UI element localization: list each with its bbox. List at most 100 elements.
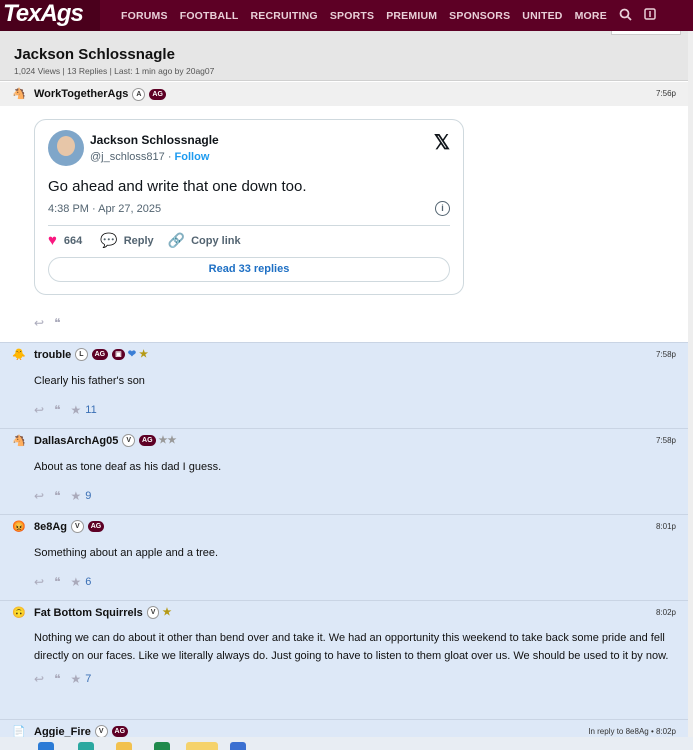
browser-icon[interactable] bbox=[78, 742, 94, 750]
ag-badge: AG bbox=[149, 88, 166, 100]
link-icon[interactable]: 🔗 bbox=[168, 232, 185, 249]
nav-more[interactable]: MORE bbox=[575, 10, 607, 22]
post-header: 😡 8e8Ag V AG 8:01p bbox=[0, 514, 688, 538]
post-text: Clearly his father's son bbox=[34, 375, 145, 387]
star-rate-icon[interactable]: ★ bbox=[71, 489, 82, 503]
heart-badge-icon: ❤ bbox=[127, 349, 137, 360]
post: 🐥 trouble L AG ▣ ❤ ★ 7:58p Clearly his f… bbox=[0, 342, 688, 428]
x-logo-icon[interactable]: 𝕏 bbox=[434, 130, 450, 155]
user-badge: V bbox=[146, 606, 160, 619]
ag-badge: AG bbox=[139, 435, 156, 446]
badge-icon: ▣ bbox=[112, 349, 125, 360]
post-time[interactable]: 7:58p bbox=[656, 436, 676, 445]
star-count[interactable]: 6 bbox=[85, 576, 91, 588]
edge-icon[interactable] bbox=[38, 742, 54, 750]
user-avatar[interactable]: 📄 bbox=[12, 725, 26, 738]
read-replies-button[interactable]: Read 33 replies bbox=[48, 257, 450, 282]
star-rate-icon[interactable]: ★ bbox=[71, 575, 82, 589]
quote-icon[interactable]: ❝ bbox=[54, 672, 60, 686]
post-author[interactable]: trouble bbox=[34, 349, 71, 361]
post-time[interactable]: 7:56p bbox=[656, 89, 676, 98]
post-time[interactable]: In reply to 8e8Ag • 8:02p bbox=[588, 727, 676, 736]
post-author[interactable]: 8e8Ag bbox=[34, 521, 67, 533]
info-icon[interactable]: i bbox=[435, 201, 450, 216]
bookmark-icon[interactable] bbox=[644, 7, 656, 24]
like-count[interactable]: 664 bbox=[64, 235, 82, 247]
post-author[interactable]: Aggie_Fire bbox=[34, 726, 91, 738]
star-icon: ★★ bbox=[158, 435, 177, 446]
user-badge: V bbox=[122, 434, 136, 447]
tweet-reply-label[interactable]: Reply bbox=[124, 235, 154, 247]
spreadsheet-icon[interactable] bbox=[154, 742, 170, 750]
reply-icon[interactable]: ↩ bbox=[34, 672, 44, 686]
nav-recruiting[interactable]: RECRUITING bbox=[250, 10, 317, 22]
post-time[interactable]: 7:58p bbox=[656, 350, 676, 359]
folder-icon[interactable] bbox=[116, 742, 132, 750]
nav-united[interactable]: UNITED bbox=[522, 10, 562, 22]
post-header: 🙃 Fat Bottom Squirrels V ★ 8:02p bbox=[0, 600, 688, 624]
post-header: 🐴 DallasArchAg05 V AG ★★ 7:58p bbox=[0, 428, 688, 452]
heart-icon[interactable]: ♥ bbox=[48, 232, 57, 249]
quote-icon[interactable]: ❝ bbox=[54, 575, 60, 589]
reply-icon[interactable]: ↩ bbox=[34, 316, 44, 330]
quote-icon[interactable]: ❝ bbox=[54, 403, 60, 417]
user-avatar[interactable]: 🐴 bbox=[12, 434, 26, 448]
reply-bubble-icon[interactable]: 💬 bbox=[100, 232, 117, 249]
nav-football[interactable]: FOOTBALL bbox=[180, 10, 239, 22]
post-author[interactable]: Fat Bottom Squirrels bbox=[34, 607, 143, 619]
nav-sports[interactable]: SPORTS bbox=[330, 10, 374, 22]
star-count[interactable]: 7 bbox=[85, 673, 91, 685]
post-time[interactable]: 8:01p bbox=[656, 522, 676, 531]
thread-title: Jackson Schlossnagle bbox=[14, 46, 175, 63]
tweet-separator: · bbox=[164, 151, 175, 163]
star-count[interactable]: 11 bbox=[85, 404, 96, 416]
tweet-embed[interactable]: Jackson Schlossnagle @j_schloss817 · Fol… bbox=[34, 119, 464, 295]
site-logo[interactable]: TexAgs bbox=[0, 0, 100, 31]
ag-badge: AG bbox=[111, 726, 129, 737]
post-time[interactable]: 8:02p bbox=[656, 608, 676, 617]
user-badge: V bbox=[94, 725, 108, 737]
user-avatar[interactable]: 🐥 bbox=[12, 348, 26, 362]
tweet-date[interactable]: 4:38 PM · Apr 27, 2025 bbox=[48, 203, 161, 215]
post-text: About as tone deaf as his dad I guess. bbox=[34, 461, 222, 473]
ag-badge: AG bbox=[91, 349, 109, 360]
star-rate-icon[interactable]: ★ bbox=[71, 403, 82, 417]
nav-forums[interactable]: FORUMS bbox=[121, 10, 168, 22]
user-avatar[interactable]: 🐴 bbox=[12, 87, 26, 101]
os-taskbar bbox=[0, 737, 693, 750]
nav-premium[interactable]: PREMIUM bbox=[386, 10, 437, 22]
user-avatar[interactable]: 😡 bbox=[12, 520, 26, 534]
post: 🐴 DallasArchAg05 V AG ★★ 7:58p About as … bbox=[0, 428, 688, 514]
post-header: 🐴 WorkTogetherAgs A AG 7:56p bbox=[0, 82, 688, 106]
reply-icon[interactable]: ↩ bbox=[34, 403, 44, 417]
follow-link[interactable]: Follow bbox=[175, 151, 210, 163]
post-author[interactable]: DallasArchAg05 bbox=[34, 435, 118, 447]
search-field-edge[interactable] bbox=[611, 31, 681, 35]
thread-meta: 1,024 Views | 13 Replies | Last: 1 min a… bbox=[14, 66, 215, 76]
nav-sponsors[interactable]: SPONSORS bbox=[449, 10, 510, 22]
thread-header: Jackson Schlossnagle 1,024 Views | 13 Re… bbox=[0, 31, 693, 81]
active-app-icon[interactable] bbox=[186, 742, 218, 750]
post-actions: ↩ ❝ ★ 11 bbox=[0, 400, 688, 420]
post-author[interactable]: WorkTogetherAgs bbox=[34, 88, 128, 100]
quote-icon[interactable]: ❝ bbox=[54, 489, 60, 503]
star-count[interactable]: 9 bbox=[85, 490, 91, 502]
app-icon[interactable] bbox=[230, 742, 246, 750]
post-header: 🐥 trouble L AG ▣ ❤ ★ 7:58p bbox=[0, 342, 688, 366]
tweet-author-name[interactable]: Jackson Schlossnagle bbox=[90, 133, 219, 147]
search-icon[interactable] bbox=[619, 8, 632, 24]
scrollbar[interactable] bbox=[688, 31, 693, 741]
tweet-avatar[interactable] bbox=[48, 130, 84, 166]
copy-link-label[interactable]: Copy link bbox=[191, 235, 241, 247]
post-actions: ↩ ❝ ★ 7 bbox=[0, 669, 688, 689]
tweet-text: Go ahead and write that one down too. bbox=[48, 178, 307, 195]
star-rate-icon[interactable]: ★ bbox=[71, 672, 82, 686]
reply-icon[interactable]: ↩ bbox=[34, 489, 44, 503]
post: 😡 8e8Ag V AG 8:01p Something about an ap… bbox=[0, 514, 688, 600]
tweet-handle[interactable]: @j_schloss817 bbox=[90, 151, 165, 163]
reply-icon[interactable]: ↩ bbox=[34, 575, 44, 589]
user-avatar[interactable]: 🙃 bbox=[12, 606, 26, 620]
quote-icon[interactable]: ❝ bbox=[54, 316, 60, 330]
user-badge: L bbox=[75, 348, 88, 361]
star-icon: ★ bbox=[162, 607, 172, 618]
